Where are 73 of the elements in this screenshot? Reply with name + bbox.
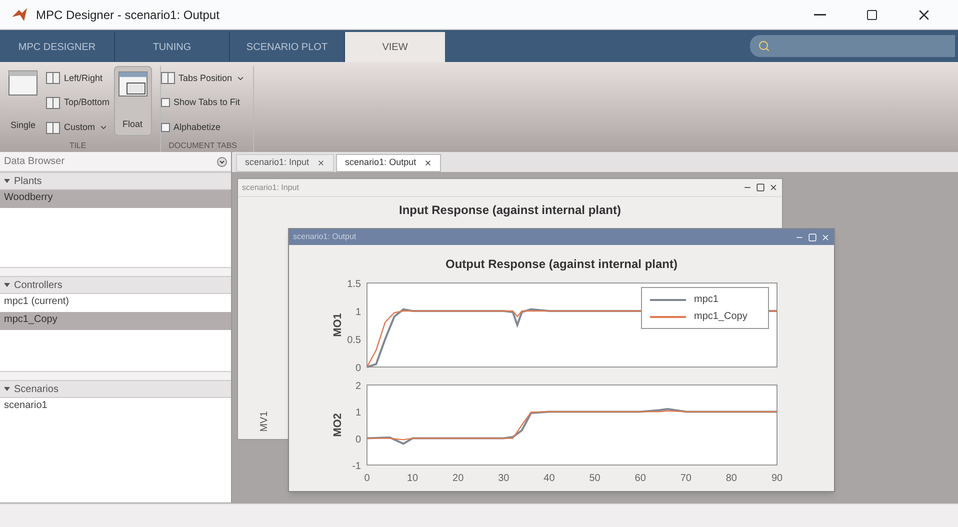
y-tick-label: 2 — [355, 381, 361, 392]
y-tick-label: 0 — [355, 363, 361, 373]
close-tab-icon — [424, 159, 432, 167]
checkbox-option[interactable]: Alphabetize — [160, 120, 246, 134]
section-title: Plants — [14, 174, 42, 188]
y-tick-label: 0 — [355, 434, 361, 446]
window-title: MPC Designer - scenario1: Output — [36, 6, 220, 24]
x-tick-label: 50 — [589, 473, 600, 484]
layout-icon — [160, 72, 175, 84]
plot-title: Output Response (against internal plant) — [444, 256, 678, 273]
window-layout-icon — [118, 71, 148, 97]
legend-label: mpc1_Copy — [694, 310, 748, 324]
x-tick-label: 10 — [407, 473, 418, 484]
layout-option-button[interactable]: Custom — [46, 120, 110, 134]
y-axis-label: MO2 — [332, 413, 344, 437]
section-title: Scenarios — [14, 382, 58, 396]
y-tick-label: -1 — [352, 461, 361, 472]
y-tick-label: 1 — [355, 408, 361, 419]
collapse-icon[interactable] — [217, 156, 227, 166]
search-field[interactable] — [750, 35, 955, 57]
x-tick-label: 70 — [680, 473, 692, 484]
layout-icon — [46, 96, 60, 109]
layout-option-button[interactable]: Left/Right — [46, 72, 110, 86]
plot-window-title: scenario1: Input — [242, 182, 299, 194]
x-tick-label: 60 — [634, 473, 646, 484]
ribbon-tab[interactable]: VIEW — [345, 32, 445, 62]
x-tick-label: 40 — [544, 473, 555, 484]
search-icon — [758, 40, 770, 52]
window-layout-icon — [8, 70, 38, 96]
layout-button[interactable]: Float — [114, 66, 152, 136]
expand-icon — [4, 178, 10, 184]
maximize-icon — [866, 8, 878, 20]
checkbox-option[interactable]: Show Tabs to Fit — [160, 96, 246, 110]
x-tick-label: 0 — [364, 473, 370, 484]
x-tick-label: 80 — [726, 473, 737, 484]
close-tab-icon — [317, 159, 326, 167]
legend-label: mpc1 — [694, 293, 718, 307]
layout-button[interactable]: Single — [4, 66, 42, 136]
y-tick-label: 1 — [355, 307, 361, 318]
maximize-icon — [756, 183, 765, 192]
y-axis-label: MV1 — [258, 411, 271, 432]
list-item[interactable]: mpc1_Copy — [0, 312, 231, 330]
x-tick-label: 30 — [498, 473, 510, 484]
layout-option-button[interactable]: Tabs Position — [160, 72, 246, 86]
section-label: DOCUMENT TABS — [168, 140, 238, 152]
section-label: TILE — [68, 140, 88, 152]
section-header[interactable]: Plants — [0, 172, 231, 190]
y-tick-label: 0.5 — [347, 335, 361, 346]
plot-title: Input Response (against internal plant) — [398, 202, 622, 219]
layout-option-button[interactable]: Top/Bottom — [46, 96, 110, 110]
list-item[interactable]: mpc1 (current) — [0, 294, 231, 312]
close-icon — [769, 183, 778, 192]
list-item[interactable]: Woodberry — [0, 190, 231, 208]
maximize-icon — [808, 232, 817, 242]
plot-window-title: scenario1: Output — [293, 231, 356, 243]
y-tick-label: 1.5 — [347, 279, 361, 290]
list-item[interactable]: scenario1 — [0, 398, 231, 416]
expand-icon — [4, 386, 10, 392]
minimize-icon — [814, 14, 826, 16]
section-header[interactable]: Controllers — [0, 276, 231, 294]
x-tick-label: 20 — [452, 473, 464, 484]
document-tab[interactable]: scenario1: Input — [236, 154, 334, 172]
layout-icon — [46, 72, 60, 84]
app-logo-icon — [12, 8, 28, 22]
document-tab[interactable]: scenario1: Output — [336, 154, 442, 172]
y-axis-label: MO1 — [332, 313, 344, 337]
expand-icon — [4, 282, 10, 288]
layout-icon — [46, 122, 60, 134]
section-header[interactable]: Scenarios — [0, 380, 231, 398]
section-title: Controllers — [14, 278, 62, 292]
close-icon — [821, 232, 830, 242]
panel-title: Data Browser — [4, 155, 65, 169]
x-tick-label: 90 — [771, 473, 783, 484]
